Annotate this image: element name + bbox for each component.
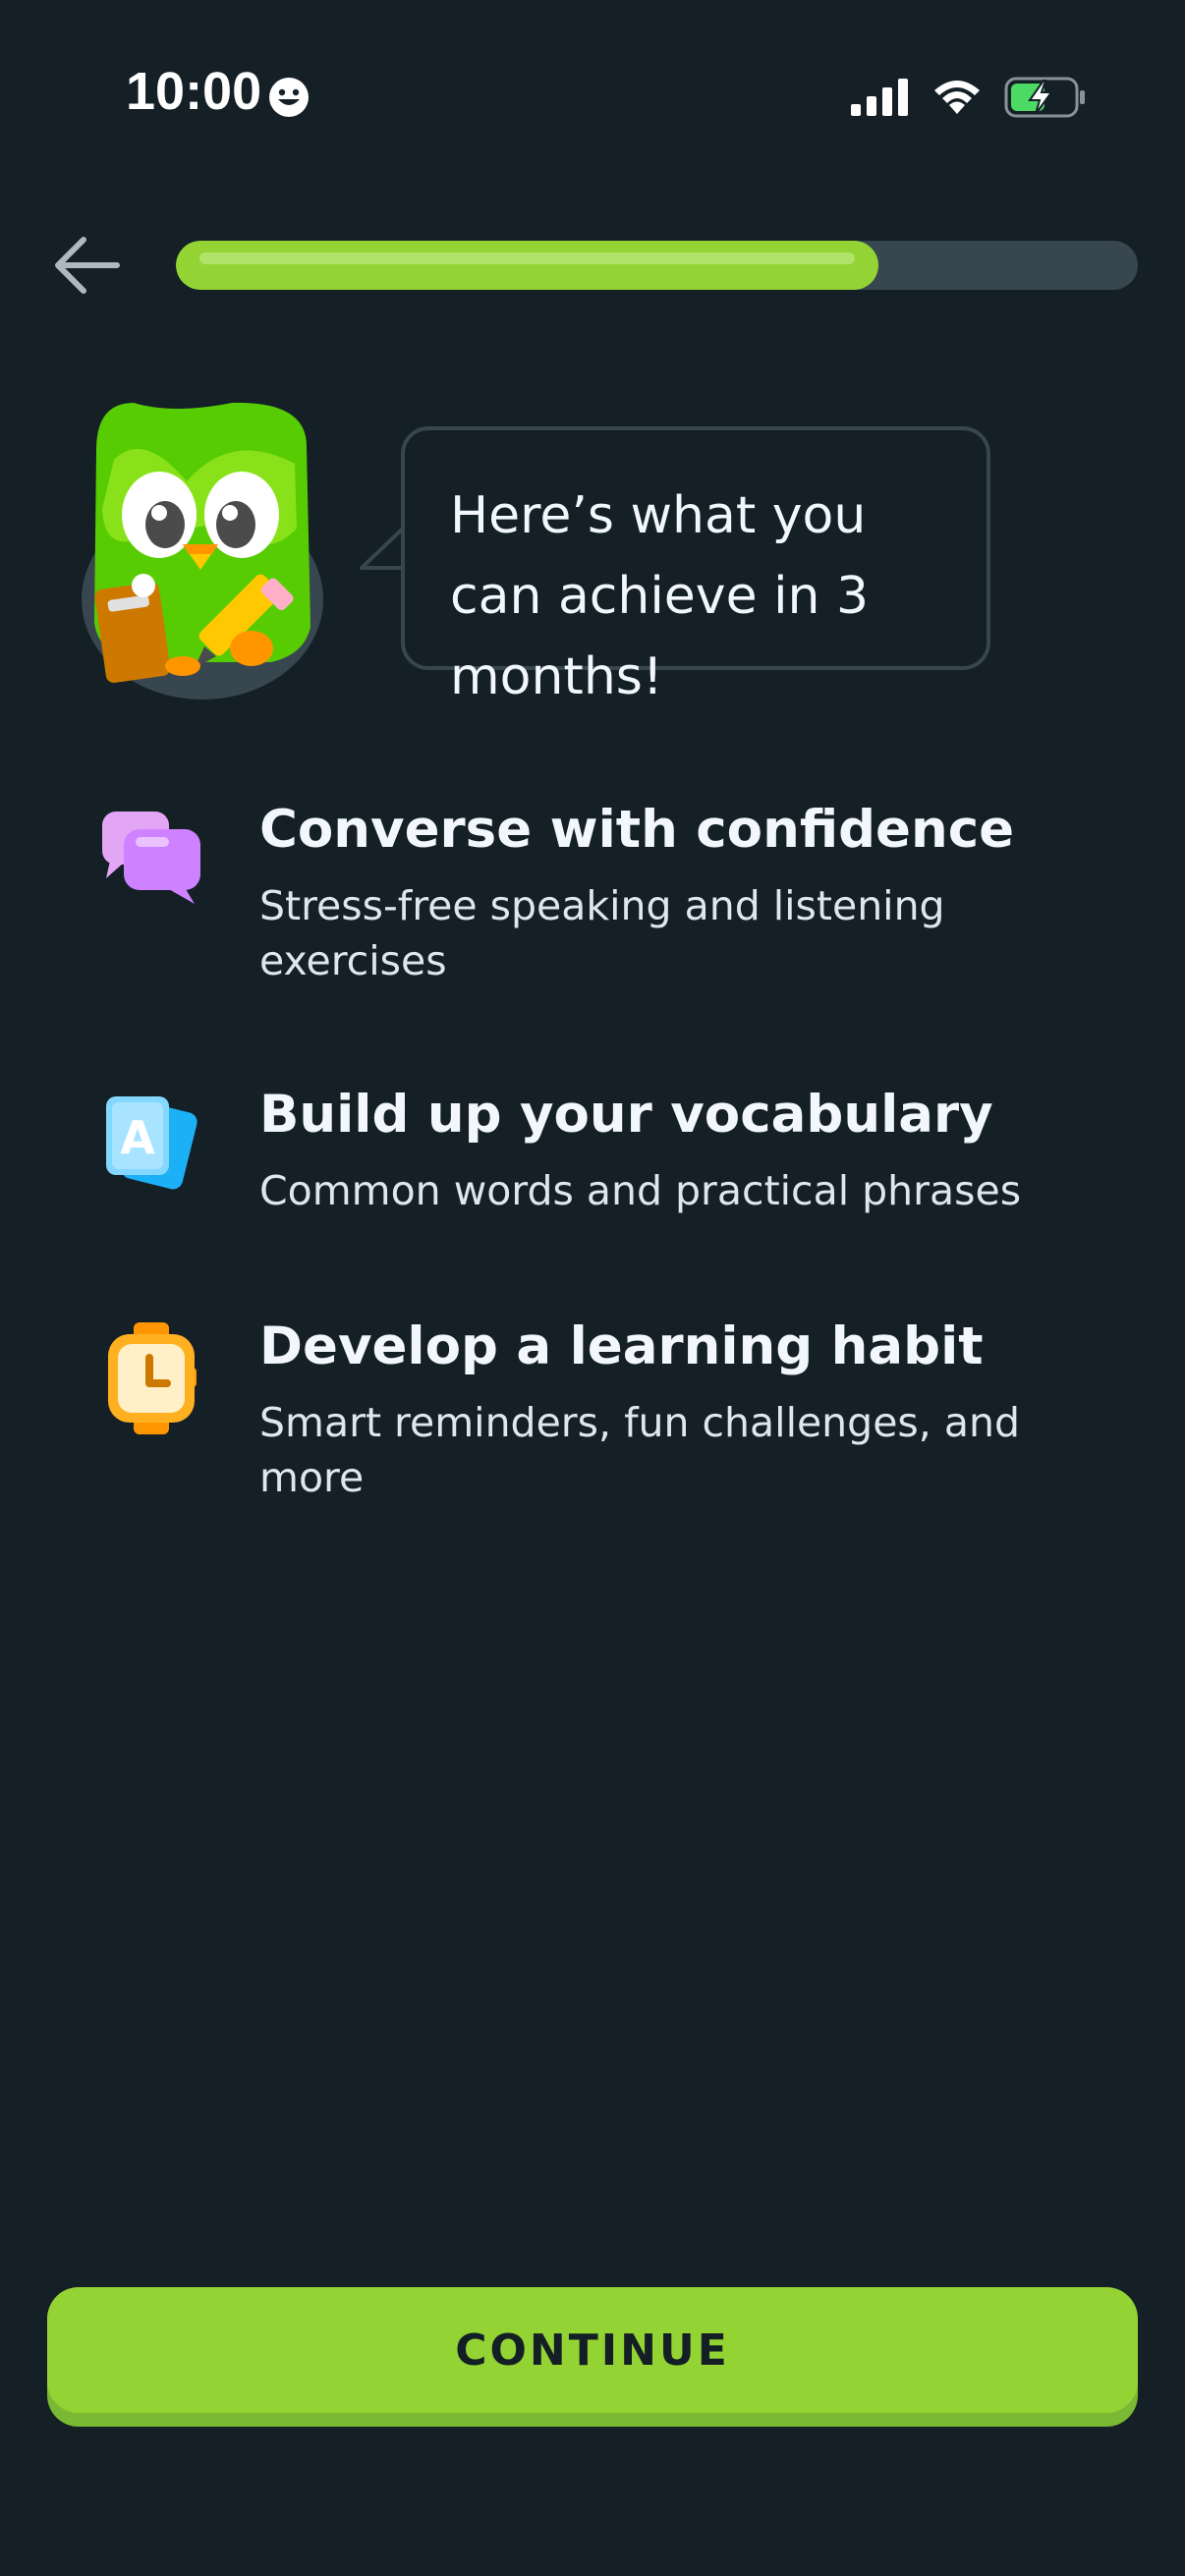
benefit-title: Build up your vocabulary (259, 1085, 993, 1145)
chat-bubbles-icon (102, 812, 200, 904)
arrow-left-icon (55, 237, 120, 294)
status-bar: 10:00 (0, 0, 1185, 196)
progress-shine (199, 252, 855, 264)
wifi-icon (934, 81, 980, 114)
svg-text:A: A (120, 1111, 155, 1164)
progress-fill (176, 241, 878, 290)
continue-button[interactable]: CONTINUE (47, 2287, 1138, 2413)
benefit-description: Common words and practical phrases (259, 1167, 1022, 1214)
status-time: 10:00 (126, 62, 262, 121)
battery-charging-icon (1004, 77, 1085, 118)
status-icons (851, 77, 1087, 118)
flashcards-icon: A (106, 1096, 198, 1190)
benefit-title: Develop a learning habit (259, 1316, 984, 1376)
cellular-signal-icon (851, 79, 908, 116)
benefit-description: Stress-free speaking and listening exerc… (259, 882, 945, 984)
benefit-title: Converse with confidence (259, 800, 1015, 860)
stopwatch-icon (108, 1322, 197, 1434)
benefit-description: Smart reminders, fun challenges, and mor… (259, 1399, 1020, 1501)
speech-bubble: Here’s what you can achieve in 3 months! (401, 426, 990, 706)
back-button[interactable] (43, 228, 128, 303)
owl-mascot-icon (82, 402, 323, 700)
continue-label: CONTINUE (455, 2324, 730, 2376)
smiley-face-icon (269, 78, 309, 117)
speech-text: Here’s what you can achieve in 3 months! (450, 486, 870, 706)
progress-bar (176, 241, 1138, 290)
